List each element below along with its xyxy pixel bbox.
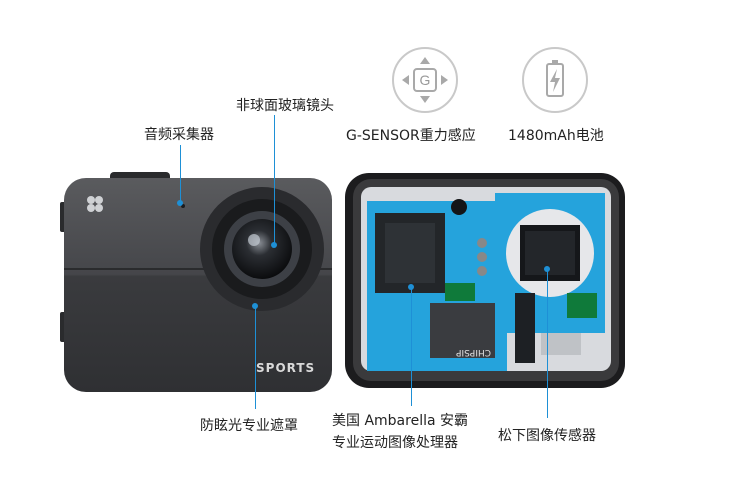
gsensor-label: G-SENSOR重力感应	[346, 128, 476, 144]
lens-callout-line	[274, 115, 275, 243]
chip-text: CHIPSIP	[455, 347, 491, 357]
lens-label: 非球面玻璃镜头	[236, 98, 334, 114]
camera-internals: CHIPSIP	[345, 173, 625, 388]
audio-label: 音频采集器	[144, 127, 214, 143]
dpad-g-icon: G	[402, 57, 448, 103]
processor-label-line2: 专业运动图像处理器	[332, 435, 458, 451]
sports-brand-text: SPORTS	[256, 361, 315, 375]
gsensor-letter: G	[420, 72, 431, 88]
mask-callout-dot	[252, 303, 258, 309]
battery-lightning-icon	[546, 60, 564, 97]
sensor-callout-line	[547, 268, 548, 418]
audio-callout-line	[180, 145, 181, 201]
mask-label: 防眩光专业遮罩	[200, 418, 298, 434]
processor-label-line1: 美国 Ambarella 安霸	[332, 413, 469, 429]
sensor-label: 松下图像传感器	[498, 428, 596, 444]
battery-label: 1480mAh电池	[508, 128, 604, 144]
processor-callout-line	[411, 286, 412, 406]
processor-callout-dot	[408, 284, 414, 290]
mask-callout-line	[255, 305, 256, 409]
camera-front: SPORTS	[60, 172, 332, 392]
audio-callout-dot	[177, 200, 183, 206]
lens-callout-dot	[271, 242, 277, 248]
sensor-callout-dot	[544, 266, 550, 272]
